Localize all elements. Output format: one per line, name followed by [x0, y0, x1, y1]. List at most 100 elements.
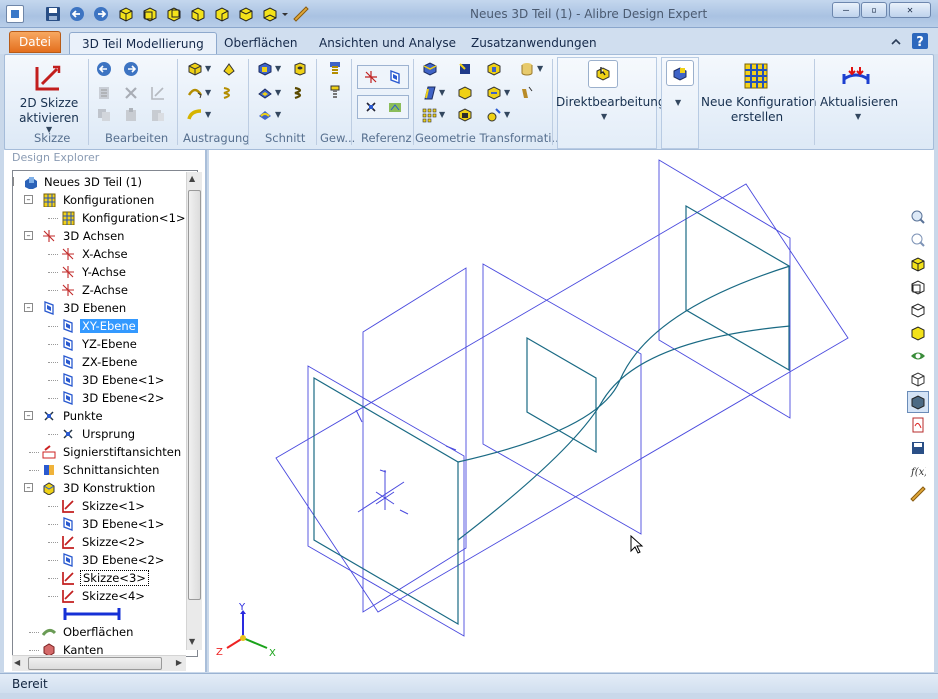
tree-item[interactable]: X-Achse [61, 245, 130, 263]
wireframe-mode-icon[interactable] [910, 371, 926, 387]
tree-expander[interactable]: – [13, 177, 14, 186]
scale-dropdown-icon[interactable]: ▼ [504, 88, 510, 97]
view-back-icon[interactable] [165, 5, 183, 23]
customize-dropdown-icon[interactable] [280, 5, 290, 23]
reference-plane-icon[interactable] [387, 69, 403, 85]
tree-item[interactable]: Punkte [42, 407, 105, 425]
close-button[interactable]: ✕ [889, 2, 931, 18]
draft-icon[interactable] [422, 85, 438, 101]
cut-helix-icon[interactable] [292, 85, 308, 101]
tree-item[interactable]: 3D Achsen [42, 227, 126, 245]
tree-expander[interactable]: – [24, 483, 33, 492]
ribbon-collapse-icon[interactable] [888, 34, 904, 50]
symmetry-icon[interactable] [486, 107, 502, 123]
hole-icon[interactable] [292, 61, 308, 77]
cut-revolve-icon[interactable] [257, 85, 273, 101]
view-cube-icon[interactable] [117, 5, 135, 23]
pdf-export-icon[interactable] [910, 417, 926, 433]
sweep-icon[interactable] [187, 107, 203, 123]
tree-item[interactable]: 3D Ebene<2> [61, 389, 166, 407]
tree-horizontal-scrollbar[interactable]: ◀ ▶ [12, 655, 186, 671]
tree-item[interactable]: YZ-Ebene [61, 335, 139, 353]
measure-icon[interactable] [292, 5, 310, 23]
draft-dropdown-icon[interactable]: ▼ [439, 88, 445, 97]
tab-views-analysis[interactable]: Ansichten und Analyse [307, 32, 468, 54]
tree-item[interactable]: Skizze<4> [61, 587, 147, 605]
cosmetic-thread-icon[interactable] [327, 85, 343, 101]
feature-library-dropdown-icon[interactable]: ▼ [537, 64, 543, 73]
extrude-dropdown-icon[interactable]: ▼ [205, 64, 211, 73]
revolve-icon[interactable] [221, 61, 237, 77]
tree-vertical-scrollbar[interactable]: ▲ ▼ [186, 172, 202, 650]
update-button[interactable]: Aktualisieren [817, 95, 901, 110]
view-left-icon[interactable] [189, 5, 207, 23]
cut-revolve-dropdown-icon[interactable]: ▼ [275, 88, 281, 97]
feature-library-icon[interactable] [519, 61, 535, 77]
tree-item[interactable]: Skizze<3> [61, 569, 149, 587]
extrude-icon[interactable] [187, 61, 203, 77]
tree-item[interactable]: Konfigurationen [42, 191, 156, 209]
properties-icon[interactable] [96, 85, 112, 101]
scroll-left-icon[interactable]: ◀ [14, 658, 20, 667]
save-icon[interactable] [44, 5, 62, 23]
loft-icon[interactable] [187, 85, 203, 101]
direct-edit-dropdown-icon[interactable]: ▼ [601, 112, 607, 121]
tree-item[interactable]: 3D Ebene<1> [61, 371, 166, 389]
view-isometric-icon[interactable] [910, 256, 926, 272]
reference-axis-icon[interactable] [363, 69, 379, 85]
minimize-button[interactable]: – [832, 2, 860, 18]
view-right-icon[interactable] [213, 5, 231, 23]
pattern-dropdown-icon[interactable]: ▼ [439, 110, 445, 119]
view-top-icon[interactable] [910, 325, 926, 341]
tree-item[interactable]: Skizze<1> [61, 497, 147, 515]
visibility-icon[interactable] [910, 348, 926, 364]
tree-item[interactable]: 3D Ebene<2> [61, 551, 166, 569]
reference-point-icon[interactable] [363, 99, 379, 115]
pattern-icon[interactable] [422, 107, 438, 123]
cut-sweep-dropdown-icon[interactable]: ▼ [275, 110, 281, 119]
part-configuration-icon[interactable] [671, 64, 689, 82]
help-icon[interactable]: ? [911, 32, 929, 50]
tab-surfaces[interactable]: Oberflächen [212, 32, 309, 54]
direct-edit-icon[interactable] [594, 64, 612, 82]
paste-icon[interactable] [123, 107, 139, 123]
scrollbar-thumb[interactable] [188, 190, 201, 600]
view-back-icon[interactable] [910, 302, 926, 318]
new-configuration-button[interactable]: Neue Konfiguration erstellen [701, 95, 816, 125]
app-icon[interactable] [6, 5, 24, 23]
tree-item[interactable]: Oberflächen [42, 623, 135, 641]
split-icon[interactable] [519, 85, 535, 101]
zoom-in-icon[interactable] [910, 209, 926, 225]
cut-sweep-icon[interactable] [257, 107, 273, 123]
loft-dropdown-icon[interactable]: ▼ [205, 88, 211, 97]
shell-icon[interactable] [486, 61, 502, 77]
tree-expander[interactable]: – [24, 195, 33, 204]
configuration-dropdown-icon[interactable]: ▼ [675, 98, 681, 107]
tree-item[interactable]: XY-Ebene [61, 317, 138, 335]
hscrollbar-thumb[interactable] [28, 657, 162, 670]
zoom-window-icon[interactable] [910, 232, 926, 248]
scale-icon[interactable] [486, 85, 502, 101]
redo-icon[interactable] [123, 61, 139, 77]
tree-item[interactable]: 3D Ebenen [42, 299, 128, 317]
view-top-icon[interactable] [237, 5, 255, 23]
copy-icon[interactable] [96, 107, 112, 123]
save-view-icon[interactable] [910, 440, 926, 456]
measure-icon[interactable] [910, 486, 926, 502]
delete-icon[interactable] [123, 85, 139, 101]
scroll-down-icon[interactable]: ▼ [189, 637, 195, 646]
scroll-right-icon[interactable]: ▶ [176, 658, 182, 667]
tree-item[interactable]: Y-Achse [61, 263, 128, 281]
tree-expander[interactable]: – [24, 303, 33, 312]
shaded-mode-icon[interactable] [910, 394, 926, 410]
sketch-activate-icon[interactable] [33, 63, 63, 93]
tree-item[interactable]: 3D Ebene<1> [61, 515, 166, 533]
view-front-icon[interactable] [910, 279, 926, 295]
cut-extrude-icon[interactable] [257, 61, 273, 77]
update-dropdown-icon[interactable]: ▼ [855, 112, 861, 121]
tree-item[interactable]: ZX-Ebene [61, 353, 139, 371]
chamfer-icon[interactable] [457, 61, 473, 77]
thicken-icon[interactable] [457, 107, 473, 123]
tree-item[interactable]: Schnittansichten [42, 461, 161, 479]
tree-item[interactable]: 3D Konstruktion [42, 479, 157, 497]
